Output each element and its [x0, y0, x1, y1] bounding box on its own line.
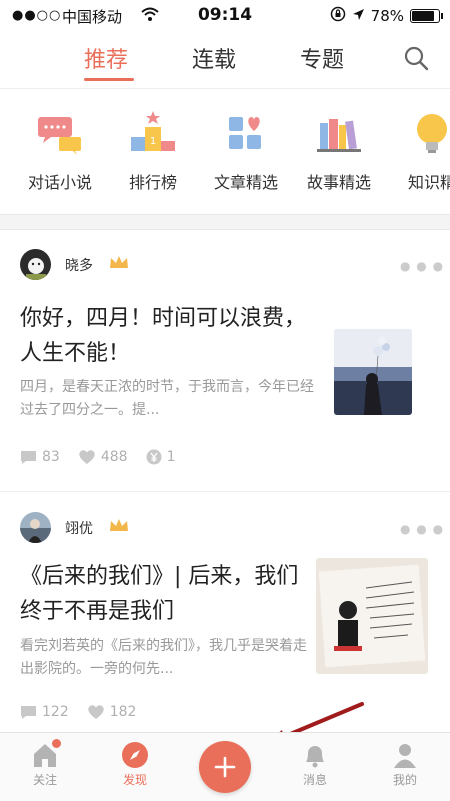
reward-count-value: 1: [166, 449, 176, 465]
battery-percent: 78%: [370, 7, 404, 25]
compass-icon: [121, 741, 149, 769]
svg-text:1: 1: [150, 136, 156, 147]
article-title[interactable]: 《后来的我们》| 后来，我们终于不再是我们: [20, 559, 310, 629]
article-card[interactable]: 翊优 ● ● ● 《后来的我们》| 后来，我们终于不再是我们 看完刘若英的《后来…: [0, 492, 450, 732]
lightbulb-icon: [407, 109, 450, 157]
author-name[interactable]: 翊优: [65, 518, 93, 538]
podium-icon: 1: [128, 109, 178, 157]
category-story-picks[interactable]: 故事精选: [294, 109, 384, 193]
tab-discover[interactable]: 发现: [105, 741, 165, 788]
write-post-button[interactable]: [199, 741, 251, 793]
battery-fill: [412, 11, 434, 21]
article-thumbnail[interactable]: [334, 329, 412, 415]
author-name[interactable]: 晓多: [65, 255, 93, 275]
tab-label: 我的: [392, 773, 417, 787]
section-divider: [0, 214, 450, 230]
plus-icon: [214, 756, 236, 778]
crown-icon: [108, 516, 130, 538]
location-icon: [352, 7, 365, 25]
comment-count: 122: [20, 704, 69, 720]
category-label: 排行榜: [128, 173, 177, 192]
article-thumbnail[interactable]: [316, 558, 428, 674]
comment-count: 83: [20, 449, 60, 465]
yen-coin-icon: [146, 449, 162, 465]
heart-icon: [88, 705, 104, 719]
person-icon: [391, 741, 419, 769]
tab-follow[interactable]: 关注: [15, 739, 75, 788]
category-label: 知识精: [407, 173, 450, 192]
category-dialog-novel[interactable]: 对话小说: [15, 109, 105, 193]
like-count: 488: [78, 449, 128, 465]
comment-count-value: 83: [42, 449, 60, 465]
more-options-icon[interactable]: ● ● ●: [400, 259, 444, 273]
category-row: 对话小说 1 排行榜 文章精选 故事精选 知识精: [0, 89, 450, 214]
status-bar: ●●○○ 中国移动 09:14 78%: [0, 0, 450, 30]
tab-label: 关注: [32, 773, 57, 787]
article-summary: 四月，是春天正浓的时节，于我而言，今年已经过去了四分之一。提...: [20, 379, 314, 418]
category-label: 对话小说: [27, 173, 92, 192]
tab-serial[interactable]: 连载: [192, 42, 236, 74]
battery-icon: [410, 9, 443, 23]
article-stats: 83 488 1: [20, 449, 193, 465]
books-icon: [314, 109, 364, 157]
tab-messages[interactable]: 消息: [285, 741, 345, 788]
article-stats: 122 182: [20, 704, 154, 720]
article-title[interactable]: 你好，四月！时间可以浪费，人生不能！: [20, 301, 320, 371]
bell-icon: [301, 741, 329, 769]
home-icon: [31, 739, 61, 769]
avatar[interactable]: [20, 512, 51, 543]
category-label: 故事精选: [306, 173, 371, 192]
like-count-value: 488: [100, 449, 128, 465]
category-knowledge[interactable]: 知识精: [387, 109, 450, 193]
tab-profile[interactable]: 我的: [375, 741, 435, 788]
article-card[interactable]: 晓多 ● ● ● 你好，四月！时间可以浪费，人生不能！ 四月，是春天正浓的时节，…: [0, 229, 450, 491]
comment-icon: [21, 450, 36, 464]
category-ranking[interactable]: 1 排行榜: [108, 109, 198, 193]
crown-icon: [108, 253, 130, 275]
article-summary: 看完刘若英的《后来的我们》，我几乎是哭着走出影院的。一旁的何先...: [20, 638, 307, 677]
reward-count: 1: [146, 449, 176, 465]
avatar[interactable]: [20, 249, 51, 280]
comment-icon: [21, 705, 36, 719]
tab-recommend[interactable]: 推荐: [84, 42, 128, 74]
like-count-value: 182: [109, 704, 137, 720]
heart-icon: [79, 450, 95, 464]
tab-topics[interactable]: 专题: [300, 42, 344, 74]
more-options-icon[interactable]: ● ● ●: [400, 522, 444, 536]
comment-count-value: 122: [42, 704, 69, 720]
active-tab-indicator: [84, 78, 134, 81]
top-nav: 推荐 连载 专题: [0, 30, 450, 89]
category-label: 文章精选: [213, 173, 278, 192]
notification-dot: [52, 739, 61, 748]
rotation-lock-icon: [330, 6, 346, 26]
chat-bubbles-icon: [35, 109, 85, 157]
tab-label: 发现: [122, 773, 147, 787]
tab-label: 消息: [302, 773, 327, 787]
category-article-picks[interactable]: 文章精选: [201, 109, 291, 193]
search-icon[interactable]: [402, 44, 430, 72]
like-count: 182: [87, 704, 137, 720]
grid-heart-icon: [221, 109, 271, 157]
